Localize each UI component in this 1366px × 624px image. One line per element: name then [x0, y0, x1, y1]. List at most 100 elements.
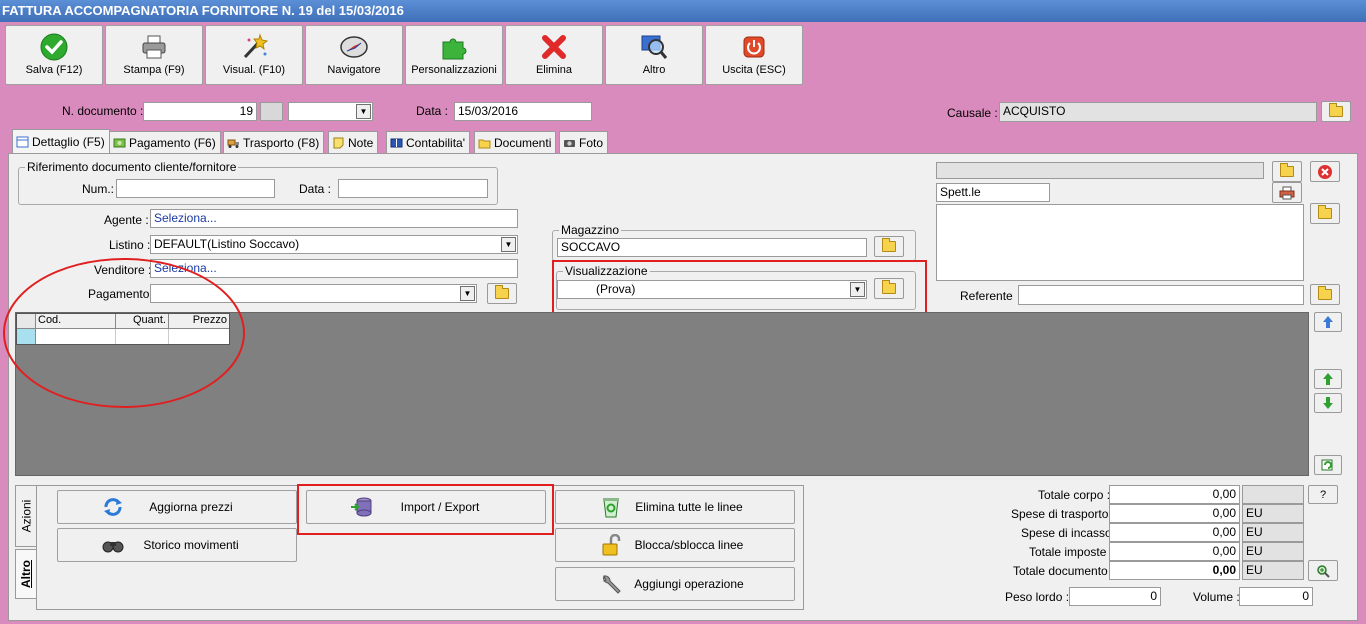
venditore-field[interactable]: Seleziona...: [150, 259, 518, 278]
movement-history-button[interactable]: Storico movimenti: [57, 528, 297, 562]
refresh-lines-button[interactable]: [1314, 455, 1342, 475]
date-label: Data :: [416, 104, 449, 118]
shipping-cost-input[interactable]: 0,00: [1109, 504, 1240, 523]
arrow-down-icon: [1323, 397, 1333, 409]
delete-button-label: Elimina: [535, 64, 573, 76]
total-detail-button[interactable]: [1308, 560, 1338, 581]
update-prices-button[interactable]: Aggiorna prezzi: [57, 490, 297, 524]
print-button[interactable]: Stampa (F9): [105, 25, 203, 85]
listino-select[interactable]: DEFAULT(Listino Soccavo) ▼: [150, 235, 518, 254]
tab-azioni[interactable]: Azioni: [15, 485, 37, 547]
grid-row-selector[interactable]: [17, 329, 36, 344]
magnifier-icon: [641, 35, 668, 59]
referente-browse-button[interactable]: [1310, 284, 1340, 305]
exit-button[interactable]: Uscita (ESC): [705, 25, 803, 85]
warehouse-field[interactable]: SOCCAVO: [557, 238, 867, 257]
grid-header-quant[interactable]: Quant.: [116, 314, 169, 329]
movement-history-label: Storico movimenti: [143, 538, 239, 552]
tab-note[interactable]: Note: [328, 131, 379, 153]
tab-altro[interactable]: Altro: [15, 549, 37, 599]
tab-note-label: Note: [348, 135, 374, 150]
total-taxes-label: Totale imposte :: [1029, 545, 1114, 559]
folder-icon: [478, 139, 491, 148]
referente-label: Referente: [960, 289, 1013, 303]
grid-cell-quant[interactable]: [116, 329, 169, 344]
tab-trasporto[interactable]: Trasporto (F8): [223, 131, 325, 153]
grid-cell-prezzo[interactable]: [169, 329, 229, 344]
spett-field[interactable]: Spett.le: [936, 183, 1050, 202]
move-down-button[interactable]: [1314, 393, 1342, 413]
save-button[interactable]: Salva (F12): [5, 25, 103, 85]
tab-foto[interactable]: Foto: [559, 131, 609, 153]
agent-field[interactable]: Seleziona...: [150, 209, 518, 228]
padlock-icon: [602, 534, 621, 556]
supplier-browse-button[interactable]: [1272, 161, 1302, 182]
folder-icon: [882, 238, 896, 252]
total-document-value: 0,00: [1109, 561, 1240, 580]
pagamento-browse-button[interactable]: [487, 283, 517, 304]
move-first-button[interactable]: [1314, 312, 1342, 332]
puzzle-icon: [442, 38, 467, 60]
help-button[interactable]: ?: [1308, 485, 1338, 504]
address-print-button[interactable]: [1272, 182, 1302, 203]
database-icon: [351, 497, 372, 517]
supplier-code-field[interactable]: [936, 162, 1264, 179]
navigator-button[interactable]: Navigatore: [305, 25, 403, 85]
compass-icon: [340, 36, 368, 58]
ref-num-input[interactable]: [116, 179, 275, 198]
tab-dettaglio-label: Dettaglio (F5): [32, 135, 105, 149]
date-input[interactable]: 15/03/2016: [454, 102, 592, 121]
collection-cost-input[interactable]: 0,00: [1109, 523, 1240, 542]
ndoc-input[interactable]: 19: [143, 102, 257, 121]
address-browse-button[interactable]: [1310, 203, 1340, 224]
causale-browse-button[interactable]: [1321, 101, 1351, 122]
warehouse-browse-button[interactable]: [874, 236, 904, 257]
lock-lines-button[interactable]: Blocca/sblocca linee: [555, 528, 795, 562]
total-body-value: 0,00: [1109, 485, 1240, 504]
ndoc-series-select[interactable]: ▼: [288, 102, 373, 121]
tab-documenti[interactable]: Documenti: [474, 131, 557, 153]
grid-cell-cod[interactable]: [36, 329, 116, 344]
binoculars-icon: [102, 541, 124, 553]
ndoc-suffix-box[interactable]: [260, 102, 283, 121]
lock-lines-label: Blocca/sblocca linee: [634, 538, 744, 552]
book-icon: [390, 138, 403, 147]
customizations-button[interactable]: Personalizzazioni: [405, 25, 503, 85]
tab-pagamento[interactable]: Pagamento (F6): [109, 131, 221, 153]
ref-date-input[interactable]: [338, 179, 488, 198]
view-browse-button[interactable]: [874, 278, 904, 299]
tab-dettaglio[interactable]: Dettaglio (F5): [12, 129, 110, 154]
add-operation-button[interactable]: Aggiungi operazione: [555, 567, 795, 601]
pagamento-select[interactable]: ▼: [150, 284, 477, 303]
total-taxes-unit: EU: [1242, 542, 1304, 561]
listino-value: DEFAULT(Listino Soccavo): [154, 237, 300, 251]
folder-icon: [495, 285, 509, 299]
ref-date-label: Data :: [299, 182, 332, 196]
venditore-label: Venditore :: [94, 263, 152, 277]
grid-header-cod[interactable]: Cod.: [36, 314, 116, 329]
gross-weight-input[interactable]: 0: [1069, 587, 1161, 606]
supplier-clear-button[interactable]: [1310, 161, 1340, 182]
delete-button[interactable]: Elimina: [505, 25, 603, 85]
chevron-down-icon: ▼: [356, 104, 371, 119]
address-textarea[interactable]: [936, 204, 1304, 281]
volume-input[interactable]: 0: [1239, 587, 1313, 606]
ndoc-label: N. documento :: [62, 104, 144, 118]
view-select[interactable]: (Prova) ▼: [557, 280, 867, 299]
tab-contabilita[interactable]: Contabilita': [386, 131, 470, 153]
delete-all-lines-button[interactable]: Elimina tutte le linee: [555, 490, 795, 524]
shipping-cost-unit: EU: [1242, 504, 1304, 523]
preview-button-label: Visual. (F10): [222, 64, 286, 76]
add-operation-label: Aggiungi operazione: [634, 577, 744, 591]
referente-input[interactable]: [1018, 285, 1304, 305]
causale-field[interactable]: ACQUISTO: [999, 102, 1317, 122]
preview-button[interactable]: Visual. (F10): [205, 25, 303, 85]
grid-corner: [17, 314, 36, 329]
print-button-label: Stampa (F9): [123, 64, 185, 76]
folder-icon: [1318, 205, 1332, 219]
import-export-button[interactable]: Import / Export: [306, 490, 546, 524]
move-up-button[interactable]: [1314, 369, 1342, 389]
other-button[interactable]: Altro: [605, 25, 703, 85]
collection-cost-unit: EU: [1242, 523, 1304, 542]
grid-header-prezzo[interactable]: Prezzo: [169, 314, 229, 329]
